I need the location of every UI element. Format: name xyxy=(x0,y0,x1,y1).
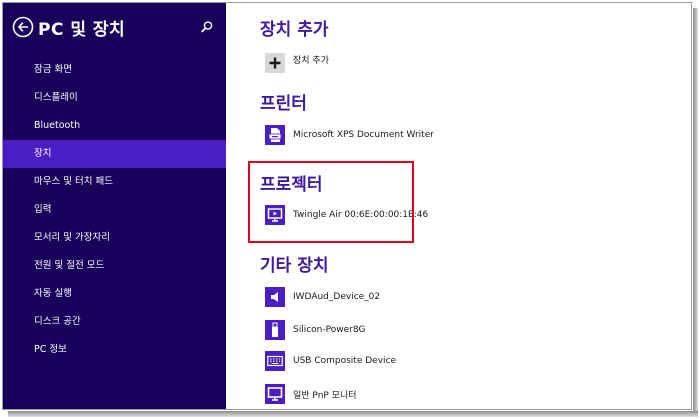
sidebar-title: PC 및 장치 xyxy=(38,19,126,40)
device-iwdaud[interactable]: IWDAud_Device_02 xyxy=(265,286,380,308)
screenshot-frame: PC 및 장치 잠금 화면 디스플레이 Bluetooth 장치 마우스 및 터… xyxy=(0,0,700,419)
sidebar: PC 및 장치 잠금 화면 디스플레이 Bluetooth 장치 마우스 및 터… xyxy=(3,3,226,409)
sidebar-item-bluetooth[interactable]: Bluetooth xyxy=(3,112,226,140)
main-content: 장치 추가 장치 추가 프린터 Microsoft XPS Document W… xyxy=(226,3,691,409)
window-shadow-bottom xyxy=(8,411,698,417)
other-devices-title: 기타 장치 xyxy=(260,256,329,276)
sidebar-nav: 잠금 화면 디스플레이 Bluetooth 장치 마우스 및 터치 패드 입력 … xyxy=(3,56,226,364)
device-silicon-power[interactable]: Silicon-Power8G xyxy=(265,319,366,341)
add-device-button[interactable]: 장치 추가 xyxy=(265,52,329,74)
add-devices-title: 장치 추가 xyxy=(260,20,329,40)
sidebar-item-autoplay[interactable]: 자동 실행 xyxy=(3,280,226,308)
window-shadow-right xyxy=(693,8,698,412)
device-label: IWDAud_Device_02 xyxy=(293,292,381,302)
back-arrow-icon[interactable] xyxy=(11,15,35,39)
sidebar-item-power-sleep[interactable]: 전원 및 절전 모드 xyxy=(3,252,226,280)
projector-highlight-box xyxy=(248,161,414,243)
sidebar-item-lock-screen[interactable]: 잠금 화면 xyxy=(3,56,226,84)
sidebar-header: PC 및 장치 xyxy=(11,13,216,41)
usb-drive-icon xyxy=(265,320,285,340)
sidebar-item-mouse-touchpad[interactable]: 마우스 및 터치 패드 xyxy=(3,168,226,196)
monitor-icon xyxy=(265,384,285,404)
device-usb-composite[interactable]: USB Composite Device xyxy=(265,350,396,372)
add-device-label: 장치 추가 xyxy=(293,55,329,66)
plus-icon xyxy=(265,53,285,73)
printer-icon xyxy=(265,125,285,145)
speaker-icon xyxy=(265,287,285,307)
sidebar-item-corners-edges[interactable]: 모서리 및 가장자리 xyxy=(3,224,226,252)
keyboard-icon xyxy=(265,351,285,371)
sidebar-item-display[interactable]: 디스플레이 xyxy=(3,84,226,112)
sidebar-item-typing[interactable]: 입력 xyxy=(3,196,226,224)
device-xps-writer[interactable]: Microsoft XPS Document Writer xyxy=(265,124,434,146)
sidebar-item-disk-space[interactable]: 디스크 공간 xyxy=(3,308,226,336)
device-label: 일반 PnP 모니터 xyxy=(293,390,357,401)
device-label: USB Composite Device xyxy=(293,356,397,366)
device-label: Silicon-Power8G xyxy=(293,325,366,335)
device-pnp-monitor[interactable]: 일반 PnP 모니터 xyxy=(265,383,357,405)
settings-window: PC 및 장치 잠금 화면 디스플레이 Bluetooth 장치 마우스 및 터… xyxy=(2,2,692,410)
sidebar-item-pc-info[interactable]: PC 정보 xyxy=(3,336,226,364)
printers-title: 프린터 xyxy=(260,94,307,114)
device-label: Microsoft XPS Document Writer xyxy=(293,130,434,140)
search-icon[interactable] xyxy=(200,19,216,35)
sidebar-item-devices[interactable]: 장치 xyxy=(3,140,226,168)
